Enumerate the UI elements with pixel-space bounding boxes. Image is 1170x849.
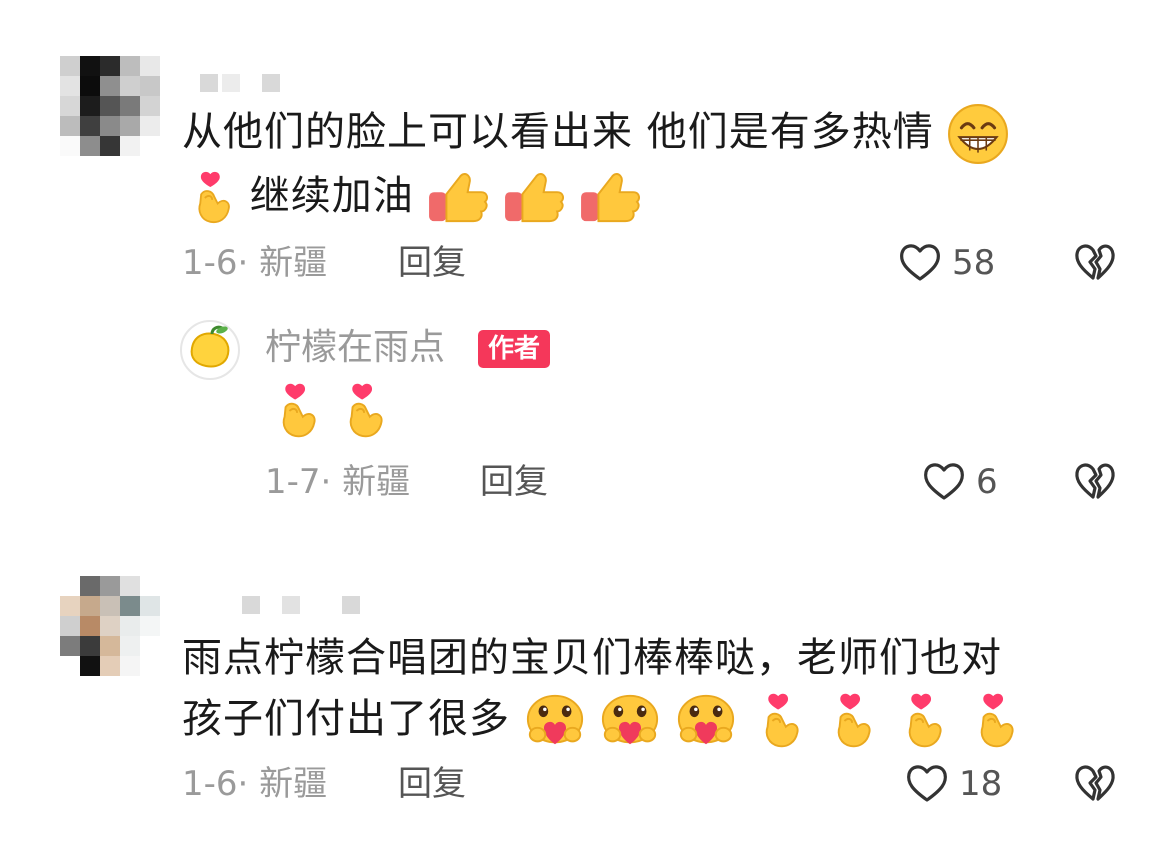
like-count: 18 (959, 764, 1003, 804)
reply-button[interactable]: 回复 (480, 462, 548, 502)
like-button[interactable]: 6 (920, 458, 998, 506)
finger-heart-emoji (974, 692, 1020, 750)
comment-text-line2: 继续加油 (249, 173, 414, 219)
heart-outline-icon (896, 239, 944, 287)
lemon-icon (182, 322, 238, 378)
broken-heart-outline-icon[interactable] (1071, 760, 1119, 808)
reply-text (276, 382, 389, 440)
heart-hug-emoji (599, 693, 661, 749)
finger-heart-emoji (902, 692, 948, 750)
author-badge: 作者 (478, 330, 551, 368)
reply-button[interactable]: 回复 (398, 764, 466, 804)
broken-heart-outline-icon[interactable] (1071, 239, 1119, 287)
comment-text: 雨点柠檬合唱团的宝贝们棒棒哒，老师们也对 (182, 625, 1002, 691)
finger-heart-emoji (343, 382, 389, 440)
like-count: 58 (952, 243, 996, 283)
finger-heart-emoji (276, 382, 322, 440)
thumbs-up-emoji (427, 171, 489, 225)
author-name[interactable]: 柠檬在雨点 (265, 328, 445, 368)
author-avatar[interactable] (180, 320, 240, 380)
like-button[interactable]: 18 (903, 760, 1002, 808)
heart-outline-icon (903, 760, 951, 808)
commenter-avatar[interactable] (60, 576, 160, 676)
reply-date-location: 1-7· 新疆 (265, 462, 411, 502)
heart-outline-icon (920, 458, 968, 506)
heart-hug-emoji (675, 693, 737, 749)
finger-heart-emoji (192, 170, 236, 226)
commenter-username-redacted[interactable] (242, 596, 362, 614)
comments-page: 从他们的脸上可以看出来 他们是有多热情 继续加油 1-6· 新疆 回复 58 柠… (0, 0, 1170, 849)
comment-text-line1: 从他们的脸上可以看出来 他们是有多热情 (182, 109, 934, 155)
like-count: 6 (976, 462, 998, 502)
grin-emoji (947, 103, 1009, 165)
comment-text-line2: 孩子们付出了很多 (182, 696, 510, 742)
heart-hug-emoji (524, 693, 586, 749)
thumbs-up-emoji (579, 171, 641, 225)
comment-text-line1: 雨点柠檬合唱团的宝贝们棒棒哒，老师们也对 (182, 635, 1002, 681)
broken-heart-outline-icon[interactable] (1071, 458, 1119, 506)
comment-date-location: 1-6· 新疆 (182, 243, 328, 283)
comment-text: 从他们的脸上可以看出来 他们是有多热情 (182, 99, 1009, 165)
comment-date-location: 1-6· 新疆 (182, 764, 328, 804)
commenter-username-redacted[interactable] (200, 74, 282, 92)
comment-text-second-line: 孩子们付出了很多 (182, 686, 1020, 752)
reply-button[interactable]: 回复 (398, 243, 466, 283)
finger-heart-emoji (831, 692, 877, 750)
like-button[interactable]: 58 (896, 239, 995, 287)
finger-heart-emoji (759, 692, 805, 750)
thumbs-up-emoji (503, 171, 565, 225)
comment-text-second-line: 继续加油 (192, 163, 641, 229)
commenter-avatar[interactable] (60, 56, 160, 156)
